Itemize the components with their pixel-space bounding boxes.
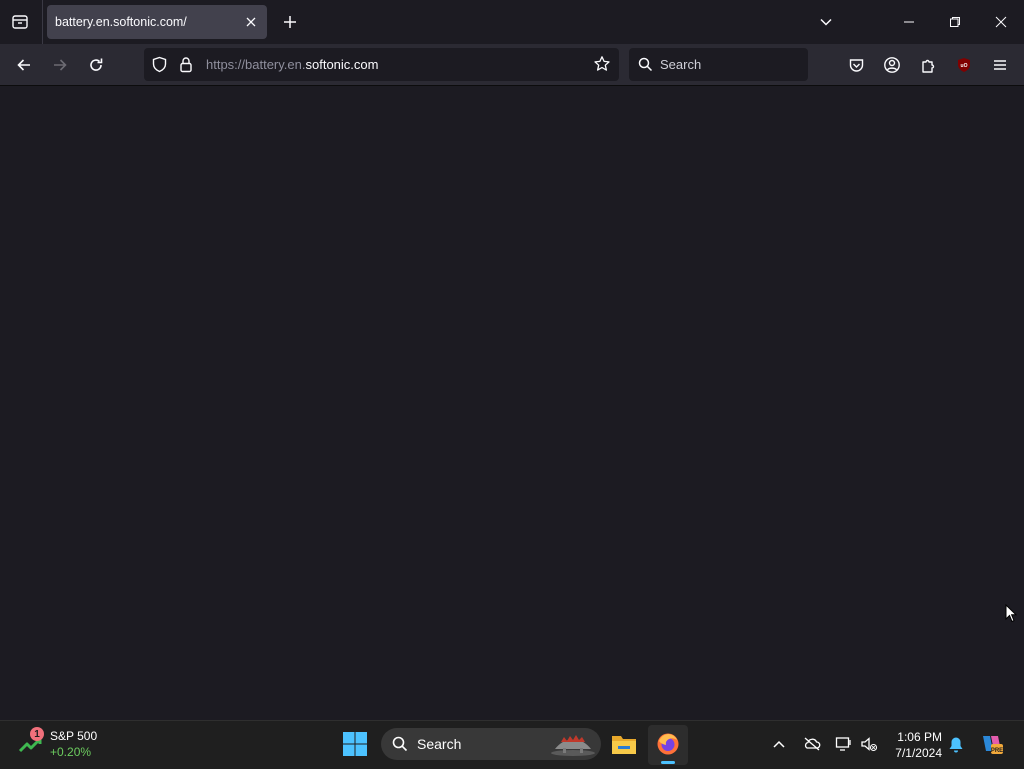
firefox-taskbar-button[interactable] — [648, 725, 688, 765]
ublock-origin-icon[interactable]: uO — [950, 51, 978, 79]
display-icon[interactable] — [835, 736, 853, 757]
widget-title: S&P 500 — [50, 729, 98, 743]
search-placeholder: Search — [660, 57, 702, 72]
pocket-icon[interactable] — [842, 51, 870, 79]
page-content-area[interactable] — [0, 86, 1024, 720]
tab-list-icon[interactable] — [7, 9, 33, 35]
restore-icon[interactable] — [940, 7, 970, 37]
search-icon — [392, 736, 408, 757]
close-icon[interactable] — [242, 13, 260, 31]
account-icon[interactable] — [878, 51, 906, 79]
forward-arrow-icon[interactable] — [46, 51, 74, 79]
running-indicator — [661, 761, 675, 764]
tab-title: battery.en.softonic.com/ — [55, 15, 187, 29]
lock-icon[interactable] — [178, 56, 194, 78]
tab-bar: battery.en.softonic.com/ — [0, 0, 1024, 44]
search-icon — [638, 57, 653, 77]
chevron-down-icon[interactable] — [811, 7, 841, 37]
stock-widget[interactable]: 1 S&P 500 +0.20% — [18, 726, 128, 764]
back-arrow-icon[interactable] — [10, 51, 38, 79]
notification-badge: 1 — [30, 727, 44, 741]
url-prefix: https://battery.en. — [206, 57, 306, 72]
extensions-icon[interactable] — [914, 51, 942, 79]
clock-time: 1:06 PM — [897, 730, 942, 744]
windows-start-icon[interactable] — [342, 731, 370, 759]
url-bar[interactable]: https://battery.en.softonic.com — [144, 48, 619, 81]
taskbar: 1 S&P 500 +0.20% Search 1:06 PM 7/1/2024… — [0, 720, 1024, 769]
clock[interactable]: 1:06 PM 7/1/2024 — [882, 729, 942, 761]
navigation-toolbar: https://battery.en.softonic.com Search u… — [0, 44, 1024, 86]
url-domain: softonic.com — [305, 57, 379, 72]
chevron-up-icon[interactable] — [771, 736, 787, 757]
url-text[interactable]: https://battery.en.softonic.com — [206, 57, 378, 72]
minimize-icon[interactable] — [894, 7, 924, 37]
tab-separator — [42, 0, 43, 44]
taskbar-search[interactable]: Search — [381, 728, 601, 760]
taskbar-search-label: Search — [417, 736, 462, 752]
plus-icon[interactable] — [278, 10, 302, 34]
shield-icon[interactable] — [151, 56, 168, 78]
star-icon[interactable] — [593, 55, 611, 78]
file-explorer-icon[interactable] — [610, 731, 638, 759]
widget-change: +0.20% — [50, 745, 92, 759]
search-highlight-image — [549, 731, 597, 762]
reload-icon[interactable] — [82, 51, 110, 79]
speaker-muted-icon[interactable] — [860, 736, 878, 757]
tab-active[interactable]: battery.en.softonic.com/ — [47, 5, 267, 39]
search-bar[interactable]: Search — [629, 48, 808, 81]
onedrive-icon[interactable] — [803, 736, 821, 757]
mouse-cursor-icon — [1005, 603, 1018, 628]
firefox-icon — [656, 732, 680, 761]
copilot-icon[interactable]: PRE — [979, 732, 1005, 761]
clock-date: 7/1/2024 — [895, 746, 942, 760]
close-window-icon[interactable] — [986, 7, 1016, 37]
hamburger-menu-icon[interactable] — [986, 51, 1014, 79]
bell-icon[interactable] — [948, 736, 964, 759]
svg-text:uO: uO — [961, 63, 968, 69]
svg-text:PRE: PRE — [991, 748, 1003, 754]
